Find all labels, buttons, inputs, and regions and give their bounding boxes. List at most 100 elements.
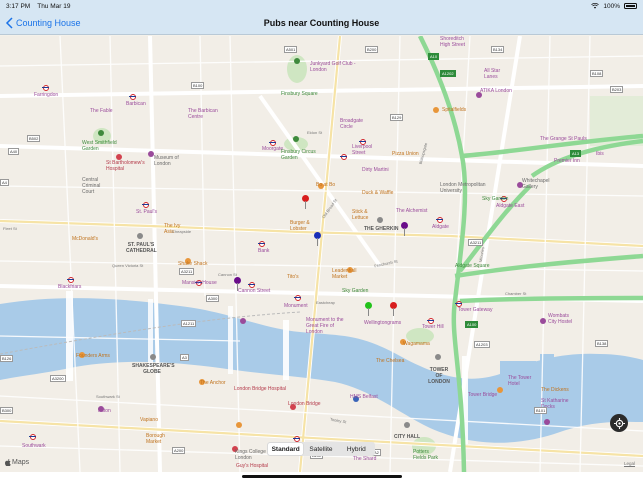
- map-place-label: The Anchor: [200, 380, 226, 386]
- status-bar: 3:17 PM Thu Mar 19 100%: [0, 0, 643, 12]
- map-place-label: Wellingtongrams: [364, 320, 402, 326]
- map-place-label: The Barbican Centre: [188, 108, 218, 120]
- battery-icon: [624, 3, 637, 9]
- tube-station-bank-icon: [258, 241, 265, 247]
- map-place-label: Aldgate East: [496, 203, 525, 209]
- map-place-label: Finsbury Circus Garden: [281, 149, 316, 161]
- back-button[interactable]: Counting House: [0, 17, 81, 29]
- poi-food-icon: [497, 387, 503, 393]
- status-time: 3:17 PM: [6, 2, 31, 10]
- map-place-label: SHAKESPEARE'S GLOBE: [132, 363, 175, 375]
- tube-station-aldgate-icon: [436, 217, 443, 223]
- map-place-label: HMS Belfast: [350, 394, 378, 400]
- map-place-label: THE GHERKIN: [364, 226, 399, 232]
- road-number-badge: B138: [595, 340, 609, 347]
- pub-pin[interactable]: [365, 302, 373, 316]
- map-place-label: Barbican: [126, 101, 146, 107]
- poi-building-icon: [404, 422, 410, 428]
- street-label: Eldon St: [307, 130, 323, 135]
- tube-station-monument-icon: [294, 295, 301, 301]
- home-indicator[interactable]: [242, 475, 402, 478]
- street-label: Cheapside: [172, 229, 192, 234]
- pin-stem: [404, 228, 405, 236]
- map-type-satellite-button[interactable]: Satellite: [303, 443, 338, 455]
- road-number-badge: A40: [8, 148, 20, 155]
- map-place-label: Monument: [284, 303, 308, 309]
- map-place-label: London Bridge Hospital: [234, 386, 286, 392]
- tube-station-farringdon-icon: [42, 85, 49, 91]
- map-place-label: Broadgate Circle: [340, 118, 364, 130]
- location-crosshair-icon: [613, 417, 625, 429]
- map-place-label: Whitechapel Gallery: [522, 178, 550, 190]
- map-place-label: Duck & Waffle: [362, 190, 394, 196]
- map-place-label: Junkyard Golf Club - London: [310, 61, 356, 73]
- road-number-badge: B108: [590, 70, 604, 77]
- tube-station-barbican-icon: [129, 94, 136, 100]
- road-number-badge: A3200: [50, 375, 66, 382]
- pin-stem: [305, 201, 306, 209]
- map-place-label: The Fable: [90, 108, 113, 114]
- status-date: Thu Mar 19: [37, 2, 71, 10]
- map-place-label: Guy's Hospital: [236, 463, 269, 469]
- map-place-label: The Shard: [353, 456, 377, 462]
- road-number-badge: A1202: [440, 70, 456, 77]
- road-number-badge: A100: [465, 321, 479, 328]
- poi-hotel-icon: [540, 318, 546, 324]
- pub-pin[interactable]: [401, 222, 409, 236]
- poi-park-icon: [293, 136, 299, 142]
- map-place-label: Bank: [258, 248, 270, 254]
- map-place-label: Tower Hill: [422, 324, 444, 330]
- road-number-badge: B126: [0, 355, 14, 362]
- pub-pin[interactable]: [390, 302, 398, 316]
- map-place-label: The Alchemist: [396, 208, 428, 214]
- tube-station-southwark-icon: [29, 434, 36, 440]
- tube-station-liverpool-street-2-icon: [340, 154, 347, 160]
- pub-pin[interactable]: [302, 195, 310, 209]
- map-place-label: Dirty Martini: [362, 167, 389, 173]
- map-place-label: Vapiano: [140, 417, 158, 423]
- street-label: Southwark St: [96, 394, 120, 399]
- map-place-label: Finsbury Square: [281, 91, 318, 97]
- map-type-standard-button[interactable]: Standard: [268, 443, 304, 455]
- apple-maps-logo: Maps: [5, 459, 29, 466]
- poi-food-icon: [433, 107, 439, 113]
- road-number-badge: A200: [172, 447, 186, 454]
- chevron-left-icon: [5, 17, 13, 29]
- pin-stem: [368, 308, 369, 316]
- map-place-label: Hilton: [98, 408, 111, 414]
- battery-percent: 100%: [603, 2, 620, 10]
- poi-building-icon: [137, 233, 143, 239]
- pub-pin[interactable]: [314, 232, 322, 246]
- map-place-label: Shake Shack: [178, 261, 208, 267]
- road-number-badge: A300: [206, 295, 220, 302]
- map-place-label: London Metropolitan University: [440, 182, 486, 194]
- map-place-label: Farringdon: [34, 92, 59, 98]
- map-type-hybrid-button[interactable]: Hybrid: [339, 443, 374, 455]
- map-place-label: Premier Inn: [554, 158, 580, 164]
- map-place-label: Liverpool Street: [352, 144, 373, 156]
- pin-stem: [317, 238, 318, 246]
- map-place-label: Aldgate Square: [455, 263, 490, 269]
- road-number-badge: A3: [180, 354, 189, 361]
- navigation-bar: Counting House Pubs near Counting House: [0, 12, 643, 35]
- road-number-badge: A1203: [474, 341, 490, 348]
- map-place-label: Cannon Street: [238, 288, 271, 294]
- map-place-label: The Grange St Pauls: [540, 136, 587, 142]
- map-place-label: Tito's: [287, 274, 299, 280]
- map-place-label: West Smithfield Garden: [82, 140, 117, 152]
- road-number-badge: B502: [27, 135, 41, 142]
- map-view[interactable]: The Fable Barbican Farringdon The Barbic…: [0, 36, 643, 472]
- map-place-label: Blackfriars: [58, 284, 82, 290]
- poi-hotel-icon: [544, 419, 550, 425]
- map-place-label: The Chelsea: [376, 358, 405, 364]
- map-place-label: Southwark: [22, 443, 46, 449]
- road-number-badge: A10: [428, 53, 440, 60]
- legal-link[interactable]: Legal: [624, 461, 635, 466]
- road-number-badge: B300: [0, 407, 14, 414]
- map-place-label: Wombats City Hostel: [548, 313, 573, 325]
- pub-pin[interactable]: [234, 277, 242, 291]
- road-number-badge: A4: [0, 179, 9, 186]
- map-place-label: Kings College London: [235, 449, 266, 461]
- user-location-button[interactable]: [610, 414, 628, 432]
- map-place-label: Pizza Union: [392, 151, 419, 157]
